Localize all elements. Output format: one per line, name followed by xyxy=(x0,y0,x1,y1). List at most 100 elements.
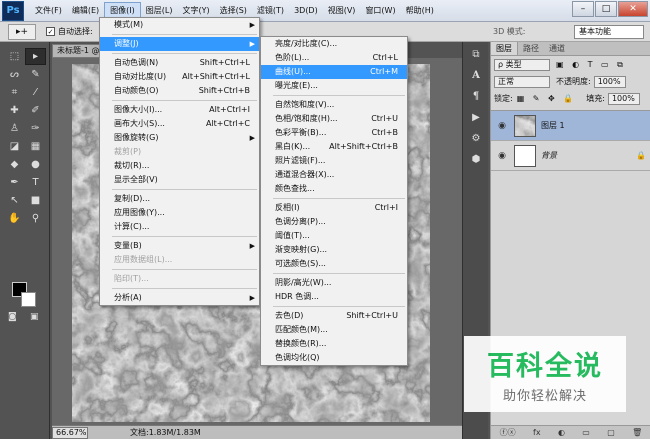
menu-7[interactable]: 3D(D) xyxy=(289,2,323,20)
move-tool-icon[interactable]: ▸ xyxy=(25,48,46,65)
background-color-swatch[interactable] xyxy=(21,292,36,307)
blur-tool-icon[interactable]: ◆ xyxy=(4,156,25,173)
adjust-menu-item-3[interactable]: 曝光度(E)... xyxy=(261,79,407,93)
gradient-tool-icon[interactable]: ▦ xyxy=(25,138,46,155)
maximize-button[interactable]: □ xyxy=(595,1,617,17)
quick-mask-icon[interactable]: ◙ xyxy=(8,312,17,322)
image-menu-item-17[interactable]: 计算(C)... xyxy=(100,220,259,234)
image-menu-item-13[interactable]: 显示全部(V) xyxy=(100,173,259,187)
actions-panel-icon[interactable]: ▶ xyxy=(465,108,487,126)
screen-mode-icon[interactable]: ▣ xyxy=(30,312,39,322)
character-panel-icon[interactable]: A xyxy=(465,66,487,84)
layer-row-layer1[interactable]: ◉ 图层 1 xyxy=(491,111,650,141)
adjust-menu-item-8[interactable]: 黑白(K)... Alt+Shift+Ctrl+B xyxy=(261,140,407,154)
minimize-button[interactable]: – xyxy=(572,1,594,17)
menu-0[interactable]: 文件(F) xyxy=(30,2,67,20)
image-menu-item-4[interactable]: 自动色调(N) Shift+Ctrl+L xyxy=(100,56,259,70)
lock-icons[interactable]: ▦ ✎ ✥ 🔒 xyxy=(517,94,577,103)
layer-kind-filter[interactable]: ρ 类型 xyxy=(494,58,550,71)
adjust-menu-item-7[interactable]: 色彩平衡(B)... Ctrl+B xyxy=(261,126,407,140)
visibility-eye-icon[interactable]: ◉ xyxy=(494,121,510,131)
paragraph-panel-icon[interactable]: ¶ xyxy=(465,87,487,105)
move-tool-preset[interactable]: ▸+ xyxy=(8,23,36,40)
adjust-menu-item-14[interactable]: 色调分离(P)... xyxy=(261,215,407,229)
auto-select-option[interactable]: ✓ 自动选择: xyxy=(46,26,93,37)
document-info[interactable]: 文档:1.83M/1.83M xyxy=(130,427,201,438)
link-layers-icon[interactable]: ⓕⓧ xyxy=(500,427,516,438)
eyedropper-icon[interactable]: ⁄ xyxy=(25,84,46,101)
adjust-menu-item-5[interactable]: 自然饱和度(V)... xyxy=(261,98,407,112)
path-select-icon[interactable]: ↖ xyxy=(4,192,25,209)
panel-tab-0[interactable]: 图层 xyxy=(491,42,518,55)
image-menu-item-19[interactable]: 变量(B) ▶ xyxy=(100,239,259,253)
opacity-field[interactable]: 100% xyxy=(593,75,626,88)
adjust-menu-item-2[interactable]: 曲线(U)... Ctrl+M xyxy=(261,65,407,79)
adjust-menu-item-15[interactable]: 阈值(T)... xyxy=(261,229,407,243)
properties-panel-icon[interactable]: ⚙ xyxy=(465,129,487,147)
adjust-menu-item-11[interactable]: 颜色查找... xyxy=(261,182,407,196)
adjust-menu-item-19[interactable]: 阴影/高光(W)... xyxy=(261,276,407,290)
image-menu-item-5[interactable]: 自动对比度(U) Alt+Shift+Ctrl+L xyxy=(100,70,259,84)
quick-select-icon[interactable]: ✎ xyxy=(25,66,46,83)
dodge-tool-icon[interactable]: ● xyxy=(25,156,46,173)
workspace-select[interactable]: 基本功能 xyxy=(574,25,644,39)
adjust-menu-item-6[interactable]: 色相/饱和度(H)... Ctrl+U xyxy=(261,112,407,126)
image-menu-item-15[interactable]: 复制(D)... xyxy=(100,192,259,206)
menu-9[interactable]: 窗口(W) xyxy=(360,2,400,20)
adjust-menu-item-25[interactable]: 色调均化(Q) xyxy=(261,351,407,365)
delete-layer-icon[interactable]: 🗑 xyxy=(632,428,642,437)
layer-thumbnail xyxy=(514,114,536,137)
adjust-menu-item-16[interactable]: 渐变映射(G)... xyxy=(261,243,407,257)
fill-field[interactable]: 100% xyxy=(607,92,640,105)
hand-tool-icon[interactable]: ✋ xyxy=(4,210,25,227)
image-menu-item-12[interactable]: 裁切(R)... xyxy=(100,159,259,173)
image-menu-item-0[interactable]: 模式(M) ▶ xyxy=(100,18,259,32)
adjust-menu-item-24[interactable]: 替换颜色(R)... xyxy=(261,337,407,351)
history-brush-icon[interactable]: ✑ xyxy=(25,120,46,137)
image-menu-item-16[interactable]: 应用图像(Y)... xyxy=(100,206,259,220)
lasso-tool-icon[interactable]: ᔕ xyxy=(4,66,25,83)
adjust-menu-item-9[interactable]: 照片滤镜(F)... xyxy=(261,154,407,168)
3d-panel-icon[interactable]: ⬢ xyxy=(465,150,487,168)
mask-icon[interactable]: ▭ xyxy=(582,428,590,437)
layer-row-background[interactable]: ◉ 背景 🔒 xyxy=(491,141,650,171)
eraser-tool-icon[interactable]: ◪ xyxy=(4,138,25,155)
adjust-menu-item-17[interactable]: 可选颜色(S)... xyxy=(261,257,407,271)
image-menu-item-10[interactable]: 图像旋转(G) ▶ xyxy=(100,131,259,145)
image-menu-item-6[interactable]: 自动颜色(O) Shift+Ctrl+B xyxy=(100,84,259,98)
adjust-menu-item-1[interactable]: 色阶(L)... Ctrl+L xyxy=(261,51,407,65)
panel-tab-1[interactable]: 路径 xyxy=(518,42,544,55)
type-tool-icon[interactable]: T xyxy=(25,174,46,191)
image-menu-item-9[interactable]: 画布大小(S)... Alt+Ctrl+C xyxy=(100,117,259,131)
close-button[interactable]: ✕ xyxy=(618,1,648,17)
filter-icons[interactable]: ▣ ◐ T ▭ ⧉ xyxy=(556,60,626,70)
image-menu-item-2[interactable]: 调整(J) ▶ xyxy=(100,37,259,51)
image-menu-item-8[interactable]: 图像大小(I)... Alt+Ctrl+I xyxy=(100,103,259,117)
shape-tool-icon[interactable]: ■ xyxy=(25,192,46,209)
stamp-tool-icon[interactable]: ♙ xyxy=(4,120,25,137)
healing-brush-icon[interactable]: ✚ xyxy=(4,102,25,119)
adjust-menu-item-0[interactable]: 亮度/对比度(C)... xyxy=(261,37,407,51)
adjust-menu-item-23[interactable]: 匹配颜色(M)... xyxy=(261,323,407,337)
adjustment-layer-icon[interactable]: ◐ xyxy=(558,428,565,437)
adjust-menu-item-20[interactable]: HDR 色调... xyxy=(261,290,407,304)
image-menu-item-24[interactable]: 分析(A) ▶ xyxy=(100,291,259,305)
history-panel-icon[interactable]: ⧉ xyxy=(465,45,487,63)
visibility-eye-icon[interactable]: ◉ xyxy=(494,151,510,161)
new-layer-icon[interactable]: ▢ xyxy=(607,428,615,437)
adjust-menu-item-10[interactable]: 通道混合器(X)... xyxy=(261,168,407,182)
auto-select-checkbox[interactable]: ✓ xyxy=(46,27,55,36)
menu-8[interactable]: 视图(V) xyxy=(323,2,361,20)
adjust-menu-item-13[interactable]: 反相(I) Ctrl+I xyxy=(261,201,407,215)
fx-icon[interactable]: fx xyxy=(533,428,541,437)
marquee-tool-icon[interactable]: ⬚ xyxy=(4,48,25,65)
zoom-tool-icon[interactable]: ⚲ xyxy=(25,210,46,227)
menu-10[interactable]: 帮助(H) xyxy=(401,2,439,20)
adjust-menu-item-22[interactable]: 去色(D) Shift+Ctrl+U xyxy=(261,309,407,323)
crop-tool-icon[interactable]: ⌗ xyxy=(4,84,25,101)
brush-tool-icon[interactable]: ✐ xyxy=(25,102,46,119)
blend-mode-select[interactable]: 正常 xyxy=(494,75,550,88)
zoom-field[interactable]: 66.67% xyxy=(52,426,88,439)
panel-tab-2[interactable]: 通道 xyxy=(544,42,570,55)
pen-tool-icon[interactable]: ✒ xyxy=(4,174,25,191)
